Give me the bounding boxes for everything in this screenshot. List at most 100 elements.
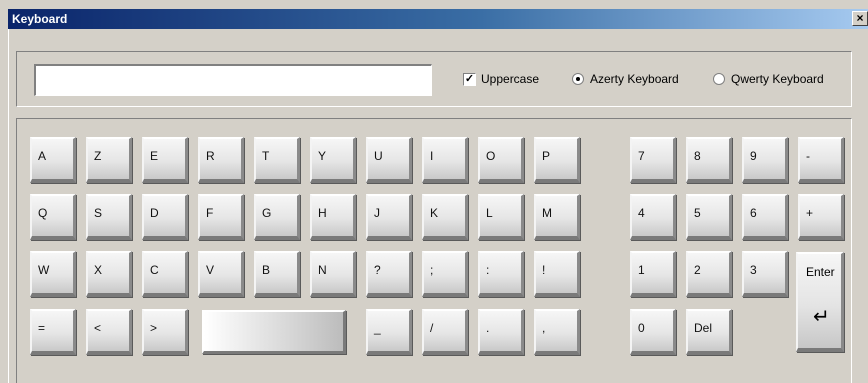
- key-label: V: [206, 263, 215, 277]
- key-label: W: [38, 263, 50, 277]
- key-label: I: [430, 149, 434, 163]
- key-6[interactable]: 6: [742, 194, 788, 240]
- close-button[interactable]: ×: [852, 11, 868, 26]
- key-label: _: [374, 321, 381, 335]
- window-title: Keyboard: [12, 12, 68, 26]
- key-label: X: [94, 263, 103, 277]
- key-z[interactable]: Z: [86, 137, 132, 183]
- key-q[interactable]: Q: [30, 194, 76, 240]
- key-=[interactable]: =: [30, 309, 76, 355]
- key-4[interactable]: 4: [630, 194, 676, 240]
- key-label: D: [150, 206, 159, 220]
- key-j[interactable]: J: [366, 194, 412, 240]
- key-label: J: [374, 206, 380, 220]
- key-m[interactable]: M: [534, 194, 580, 240]
- key-label: Z: [94, 149, 102, 163]
- key-e[interactable]: E: [142, 137, 188, 183]
- radio-selected-icon: [572, 73, 584, 85]
- key->[interactable]: >: [142, 309, 188, 355]
- key-label: B: [262, 263, 271, 277]
- key-r[interactable]: R: [198, 137, 244, 183]
- key-3[interactable]: 3: [742, 251, 788, 297]
- key-0[interactable]: 0: [630, 309, 676, 355]
- key-label: N: [318, 263, 327, 277]
- key-label: 0: [638, 321, 645, 335]
- key-a[interactable]: A: [30, 137, 76, 183]
- space-key[interactable]: [202, 310, 346, 354]
- key-o[interactable]: O: [478, 137, 524, 183]
- key-b[interactable]: B: [254, 251, 300, 297]
- uppercase-label: Uppercase: [481, 72, 540, 86]
- key-label: G: [262, 206, 272, 220]
- key-n[interactable]: N: [310, 251, 356, 297]
- key-;[interactable]: ;: [422, 251, 468, 297]
- key-+[interactable]: +: [798, 194, 844, 240]
- key-l[interactable]: L: [478, 194, 524, 240]
- key-label: .: [486, 321, 490, 335]
- key-label: 9: [750, 149, 757, 163]
- key-i[interactable]: I: [422, 137, 468, 183]
- key-5[interactable]: 5: [686, 194, 732, 240]
- key-y[interactable]: Y: [310, 137, 356, 183]
- key-.[interactable]: .: [478, 309, 524, 355]
- key-w[interactable]: W: [30, 251, 76, 297]
- key--[interactable]: -: [798, 137, 844, 183]
- key-label: /: [430, 321, 434, 335]
- azerty-label: Azerty Keyboard: [590, 72, 679, 86]
- key-label: >: [150, 321, 158, 335]
- key-label: 1: [638, 263, 645, 277]
- key-label: E: [150, 149, 159, 163]
- key-8[interactable]: 8: [686, 137, 732, 183]
- key-v[interactable]: V: [198, 251, 244, 297]
- key-label: =: [38, 321, 46, 335]
- key-/[interactable]: /: [422, 309, 468, 355]
- key-g[interactable]: G: [254, 194, 300, 240]
- enter-label: Enter: [806, 265, 835, 279]
- key-:[interactable]: :: [478, 251, 524, 297]
- key-del[interactable]: Del: [686, 309, 732, 355]
- key-label: M: [542, 206, 552, 220]
- key-label: Del: [694, 321, 713, 335]
- key-p[interactable]: P: [534, 137, 580, 183]
- key-d[interactable]: D: [142, 194, 188, 240]
- enter-key[interactable]: Enter ↵: [796, 252, 844, 352]
- key-h[interactable]: H: [310, 194, 356, 240]
- key-?[interactable]: ?: [366, 251, 412, 297]
- key-c[interactable]: C: [142, 251, 188, 297]
- key-label: Q: [38, 206, 48, 220]
- key-x[interactable]: X: [86, 251, 132, 297]
- close-icon: ×: [856, 11, 864, 25]
- key-label: ?: [374, 263, 381, 277]
- checkbox-check-icon: ✓: [463, 73, 476, 86]
- key-<[interactable]: <: [86, 309, 132, 355]
- key-label: 7: [638, 149, 645, 163]
- key-u[interactable]: U: [366, 137, 412, 183]
- key-s[interactable]: S: [86, 194, 132, 240]
- key-k[interactable]: K: [422, 194, 468, 240]
- key-label: P: [542, 149, 551, 163]
- key-label: T: [262, 149, 270, 163]
- key-2[interactable]: 2: [686, 251, 732, 297]
- key-label: ;: [430, 263, 434, 277]
- key-t[interactable]: T: [254, 137, 300, 183]
- key-7[interactable]: 7: [630, 137, 676, 183]
- text-input[interactable]: [34, 64, 432, 96]
- key-label: 2: [694, 263, 701, 277]
- key-label: R: [206, 149, 215, 163]
- key-label: O: [486, 149, 496, 163]
- key-label: A: [38, 149, 47, 163]
- key-label: <: [94, 321, 102, 335]
- key-9[interactable]: 9: [742, 137, 788, 183]
- key-label: -: [806, 149, 810, 163]
- key-label: :: [486, 263, 490, 277]
- key-_[interactable]: _: [366, 309, 412, 355]
- key-label: 3: [750, 263, 757, 277]
- key-label: +: [806, 206, 814, 220]
- key-label: L: [486, 206, 493, 220]
- radio-unselected-icon: [713, 73, 725, 85]
- key-![interactable]: !: [534, 251, 580, 297]
- key-1[interactable]: 1: [630, 251, 676, 297]
- key-label: ,: [542, 321, 546, 335]
- key-,[interactable]: ,: [534, 309, 580, 355]
- key-f[interactable]: F: [198, 194, 244, 240]
